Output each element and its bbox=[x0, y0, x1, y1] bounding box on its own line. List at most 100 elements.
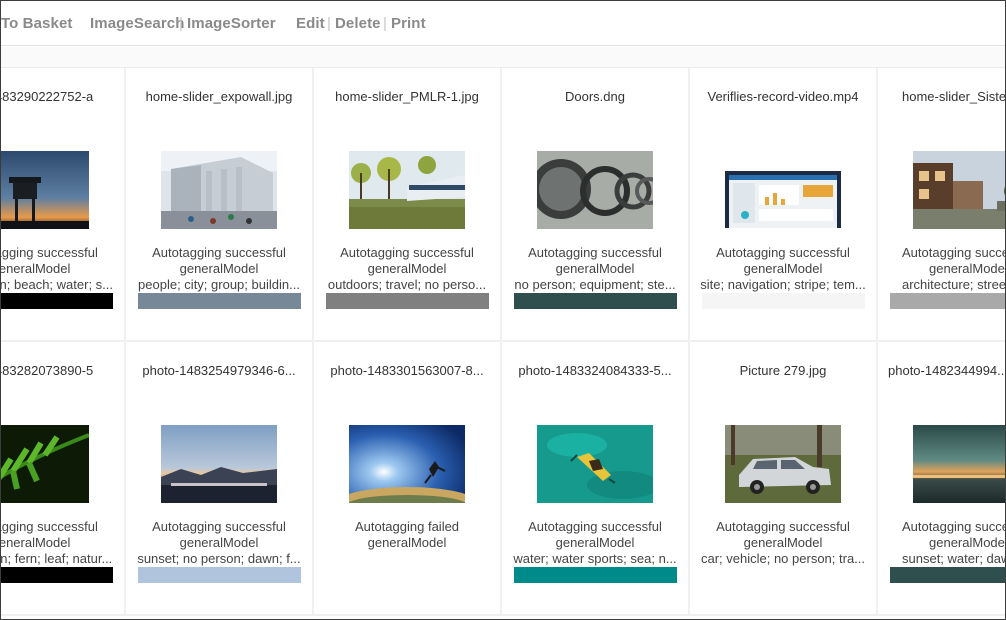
thumbnail-lifeguard-tower[interactable] bbox=[1, 151, 89, 229]
dominant-color-swatch bbox=[138, 293, 301, 309]
file-name: Veriflies-record-video.mp4 bbox=[707, 89, 859, 104]
file-name: home-slider_Sisters.jpg bbox=[902, 89, 1006, 104]
toolbar-separator: | bbox=[383, 15, 387, 32]
tag-info: Autotagging successful generalModel suns… bbox=[902, 519, 1006, 567]
autotag-model: generalModel bbox=[367, 261, 447, 276]
thumbnail-expo-wall[interactable] bbox=[161, 151, 277, 229]
autotag-tags: water; water sports; sea; n... bbox=[513, 551, 677, 566]
tag-info: Autotagging failed generalModel bbox=[324, 519, 490, 551]
delete-button[interactable]: Delete bbox=[335, 15, 381, 32]
autotag-model: generalModel bbox=[555, 535, 635, 550]
autotag-status: Autotagging successful bbox=[902, 519, 1006, 534]
file-name: home-slider_expowall.jpg bbox=[145, 89, 293, 104]
tag-info: Autotagging successful generalModel no p… bbox=[0, 519, 114, 567]
autotag-status: Autotagging successful bbox=[902, 245, 1006, 260]
toolbar-separator: | bbox=[179, 15, 183, 32]
print-button[interactable]: Print bbox=[391, 15, 426, 32]
tag-info: Autotagging successful generalModel suns… bbox=[136, 519, 302, 567]
tag-info: Autotagging successful generalModel no p… bbox=[0, 245, 114, 293]
thumbnail-skydiver[interactable] bbox=[349, 425, 465, 503]
tag-info: Autotagging successful generalModel car;… bbox=[700, 519, 866, 567]
image-card[interactable]: photo-1483290222752-a... Autotagging suc… bbox=[0, 68, 126, 342]
file-name: photo-1482344994... bbox=[888, 363, 1006, 378]
autotag-model: generalModel bbox=[0, 261, 71, 276]
thumbnail-sisters-street[interactable] bbox=[913, 151, 1005, 229]
autotag-tags: sunset; water; dawn bbox=[902, 551, 1005, 566]
dominant-color-swatch bbox=[1, 567, 113, 583]
autotag-tags: car; vehicle; no person; tra... bbox=[700, 551, 866, 566]
dominant-color-swatch bbox=[890, 293, 1005, 309]
toolbar-separator: | bbox=[327, 15, 331, 32]
autotag-model: generalModel bbox=[0, 535, 71, 550]
autotag-status: Autotagging successful bbox=[152, 519, 286, 534]
dominant-color-swatch bbox=[514, 293, 677, 309]
file-name: Doors.dng bbox=[565, 89, 625, 104]
autotag-model: generalModel bbox=[929, 261, 1006, 276]
autotag-model: generalModel bbox=[743, 261, 823, 276]
thumbnail-car[interactable] bbox=[725, 425, 841, 503]
file-name: Picture 279.jpg bbox=[739, 363, 827, 378]
autotag-tags: sunset; no person; dawn; f... bbox=[137, 551, 301, 566]
image-card[interactable]: home-slider_PMLR-1.jpg Autotagging succe… bbox=[314, 68, 502, 342]
thumbnail-doors[interactable] bbox=[537, 151, 653, 229]
image-browser-window: To Basket ImageSearch | ImageSorter Edit… bbox=[0, 0, 1006, 620]
tag-info: Autotagging successful generalModel outd… bbox=[324, 245, 490, 293]
tag-info: Autotagging successful generalModel site… bbox=[700, 245, 866, 293]
autotag-status: Autotagging successful bbox=[1, 245, 98, 260]
autotag-tags: architecture; street; city bbox=[902, 277, 1006, 292]
tag-info: Autotagging successful generalModel no p… bbox=[512, 245, 678, 293]
autotag-status: Autotagging successful bbox=[152, 245, 286, 260]
file-name: photo-1483324084333-5... bbox=[518, 363, 672, 378]
toolbar: To Basket ImageSearch | ImageSorter Edit… bbox=[1, 1, 1005, 46]
tag-info: Autotagging successful generalModel wate… bbox=[512, 519, 678, 567]
image-sorter-button[interactable]: ImageSorter bbox=[187, 15, 276, 32]
thumbnail-pmlr-train[interactable] bbox=[349, 151, 465, 229]
autotag-status: Autotagging successful bbox=[528, 519, 662, 534]
autotag-tags: no person; beach; water; s... bbox=[0, 277, 114, 292]
add-to-basket-button[interactable]: To Basket bbox=[1, 15, 72, 32]
autotag-status: Autotagging successful bbox=[1, 519, 98, 534]
autotag-model: generalModel bbox=[743, 535, 823, 550]
tag-info: Autotagging successful generalModel peop… bbox=[136, 245, 302, 293]
autotag-tags: outdoors; travel; no perso... bbox=[327, 277, 487, 292]
autotag-tags: site; navigation; stripe; tem... bbox=[700, 277, 866, 292]
image-card[interactable]: Picture 279.jpg Autotagging successful g… bbox=[690, 342, 878, 616]
autotag-model: generalModel bbox=[929, 535, 1006, 550]
image-card[interactable]: photo-1483324084333-5... Autotagging suc… bbox=[502, 342, 690, 616]
image-card[interactable]: home-slider_expowall.jpg Autotagging suc… bbox=[126, 68, 314, 342]
autotag-model: generalModel bbox=[179, 261, 259, 276]
grid-header-strip bbox=[1, 47, 1005, 68]
autotag-status: Autotagging failed bbox=[354, 519, 460, 534]
thumbnail-sunset-water[interactable] bbox=[913, 425, 1005, 503]
image-grid: photo-1483290222752-a... Autotagging suc… bbox=[0, 68, 1006, 619]
image-search-button[interactable]: ImageSearch bbox=[90, 15, 184, 32]
autotag-model: generalModel bbox=[179, 535, 259, 550]
autotag-status: Autotagging successful bbox=[528, 245, 662, 260]
file-name: photo-1483282073890-5... bbox=[1, 363, 94, 378]
thumbnail-sunset-mountains[interactable] bbox=[161, 425, 277, 503]
tag-info: Autotagging successful generalModel arch… bbox=[902, 245, 1006, 293]
file-name: home-slider_PMLR-1.jpg bbox=[335, 89, 479, 104]
autotag-model: generalModel bbox=[367, 535, 447, 550]
dominant-color-swatch bbox=[514, 567, 677, 583]
image-card[interactable]: photo-1483282073890-5... Autotagging suc… bbox=[0, 342, 126, 616]
dominant-color-swatch bbox=[1, 293, 113, 309]
file-name: photo-1483254979346-6... bbox=[142, 363, 296, 378]
autotag-status: Autotagging successful bbox=[340, 245, 474, 260]
image-card[interactable]: photo-1483254979346-6... Autotagging suc… bbox=[126, 342, 314, 616]
image-card[interactable]: photo-1482344994... Autotagging successf… bbox=[878, 342, 1006, 616]
dominant-color-swatch bbox=[138, 567, 301, 583]
autotag-tags: no person; equipment; ste... bbox=[514, 277, 676, 292]
thumbnail-video-screenshot[interactable] bbox=[725, 164, 841, 228]
image-card[interactable]: home-slider_Sisters.jpg Autotagging succ… bbox=[878, 68, 1006, 342]
thumbnail-kayak-sea[interactable] bbox=[537, 425, 653, 503]
image-card[interactable]: Veriflies-record-video.mp4 Autotagging s… bbox=[690, 68, 878, 342]
thumbnail-fern[interactable] bbox=[1, 425, 89, 503]
file-name: photo-1483290222752-a... bbox=[1, 89, 94, 104]
dominant-color-swatch bbox=[326, 293, 489, 309]
image-card[interactable]: photo-1483301563007-8... Autotagging fai… bbox=[314, 342, 502, 616]
image-card[interactable]: Doors.dng Autotagging successful general… bbox=[502, 68, 690, 342]
dominant-color-swatch bbox=[890, 567, 1005, 583]
autotag-tags: no person; fern; leaf; natur... bbox=[0, 551, 113, 566]
edit-button[interactable]: Edit bbox=[296, 15, 325, 32]
